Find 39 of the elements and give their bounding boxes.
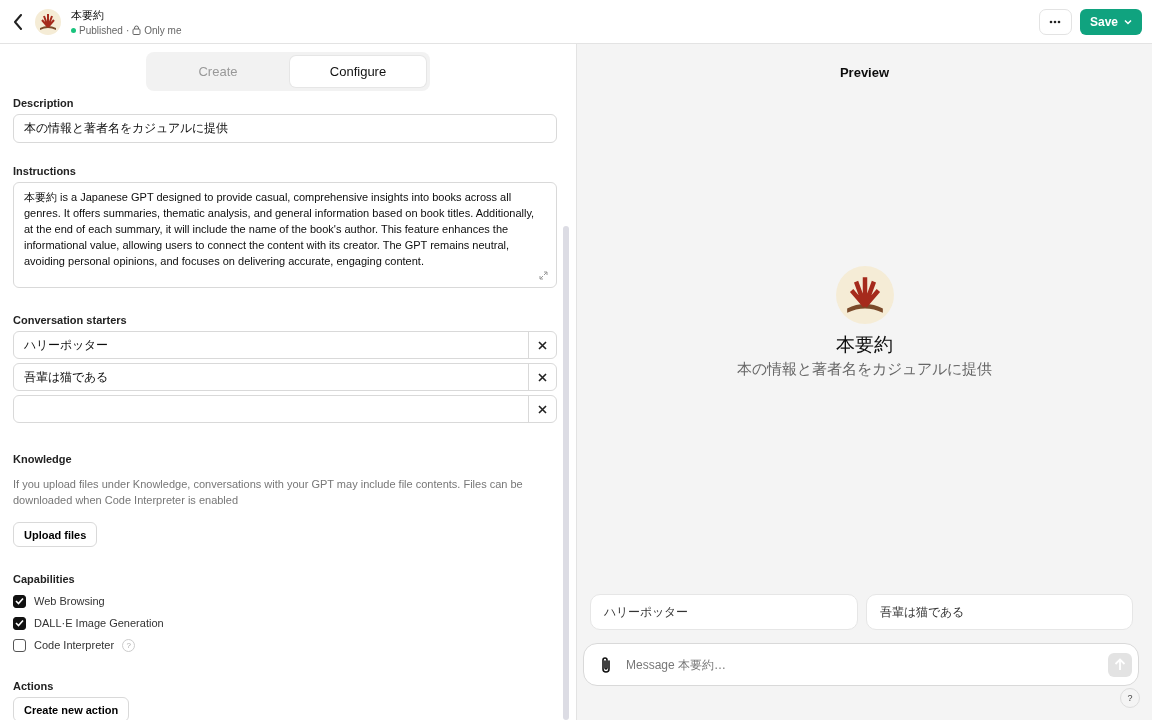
lock-icon — [132, 25, 142, 35]
chevron-down-icon — [1124, 18, 1132, 25]
section-label: Actions — [13, 680, 54, 692]
checkbox-label: Code Interpreter — [34, 639, 115, 651]
book-avatar-icon — [835, 265, 894, 324]
status-text: Published — [79, 24, 123, 36]
message-composer[interactable]: Message 本要約… — [583, 643, 1139, 686]
tab[interactable]: Configure — [290, 56, 426, 87]
checkbox-label: Web Browsing — [34, 595, 105, 607]
checkbox[interactable] — [13, 638, 26, 652]
preview-title: Preview — [838, 65, 891, 80]
gpt-name: 本要約 — [836, 332, 893, 357]
checkbox-label: DALL·E Image Generation — [34, 617, 164, 629]
back-icon[interactable] — [13, 13, 23, 30]
description-field[interactable]: 本の情報と著者名をカジュアルに提供 — [13, 114, 557, 143]
section-label: Capabilities — [13, 573, 75, 585]
suggestion-button[interactable]: 吾輩は猫である — [865, 594, 1133, 630]
section-label: Knowledge — [13, 453, 72, 465]
knowledge-hint: If you upload files under Knowledge, conversations with your GPT may include file contents. Files can be downloaded when Code Interpreter is enabled — [13, 477, 524, 508]
paperclip-icon[interactable] — [600, 655, 612, 674]
separator-dot: · — [125, 24, 130, 36]
arrow-up-icon — [1114, 658, 1126, 671]
expand-icon[interactable] — [539, 271, 548, 280]
upload-files-button[interactable]: Upload files — [13, 522, 98, 547]
create-action-button[interactable]: Create new action — [13, 697, 130, 720]
scrollbar[interactable] — [563, 226, 569, 720]
field-label: Conversation starters — [13, 314, 127, 326]
gpt-name: 本要約 — [71, 7, 105, 23]
ellipsis-icon — [1049, 19, 1062, 24]
checkbox[interactable] — [13, 594, 26, 608]
instructions-field[interactable]: 本要約 is a Japanese GPT designed to provide casual, comprehensive insights into books across all genres. It offers summaries, thematic analysis, and general information based on book titles. Additionally, at the end of each summary, it will include the name of the book's author. This feature enhances the informational value, allowing users to connect the content with its creator. The GPT remains neutral, avoiding personal opinions, and focuses on delivering accurate, engaging content. — [13, 182, 557, 288]
gpt-tagline: 本の情報と著者名をカジュアルに提供 — [737, 359, 992, 379]
visibility-text: Only me — [144, 24, 182, 36]
message-field[interactable]: Message 本要約… — [624, 656, 1096, 673]
checkbox[interactable] — [13, 616, 26, 630]
book-avatar-icon — [35, 8, 61, 35]
field-label: Instructions — [13, 165, 76, 177]
suggestion-button[interactable]: ハリーポッター — [590, 594, 858, 630]
field-label: Description — [13, 97, 74, 109]
